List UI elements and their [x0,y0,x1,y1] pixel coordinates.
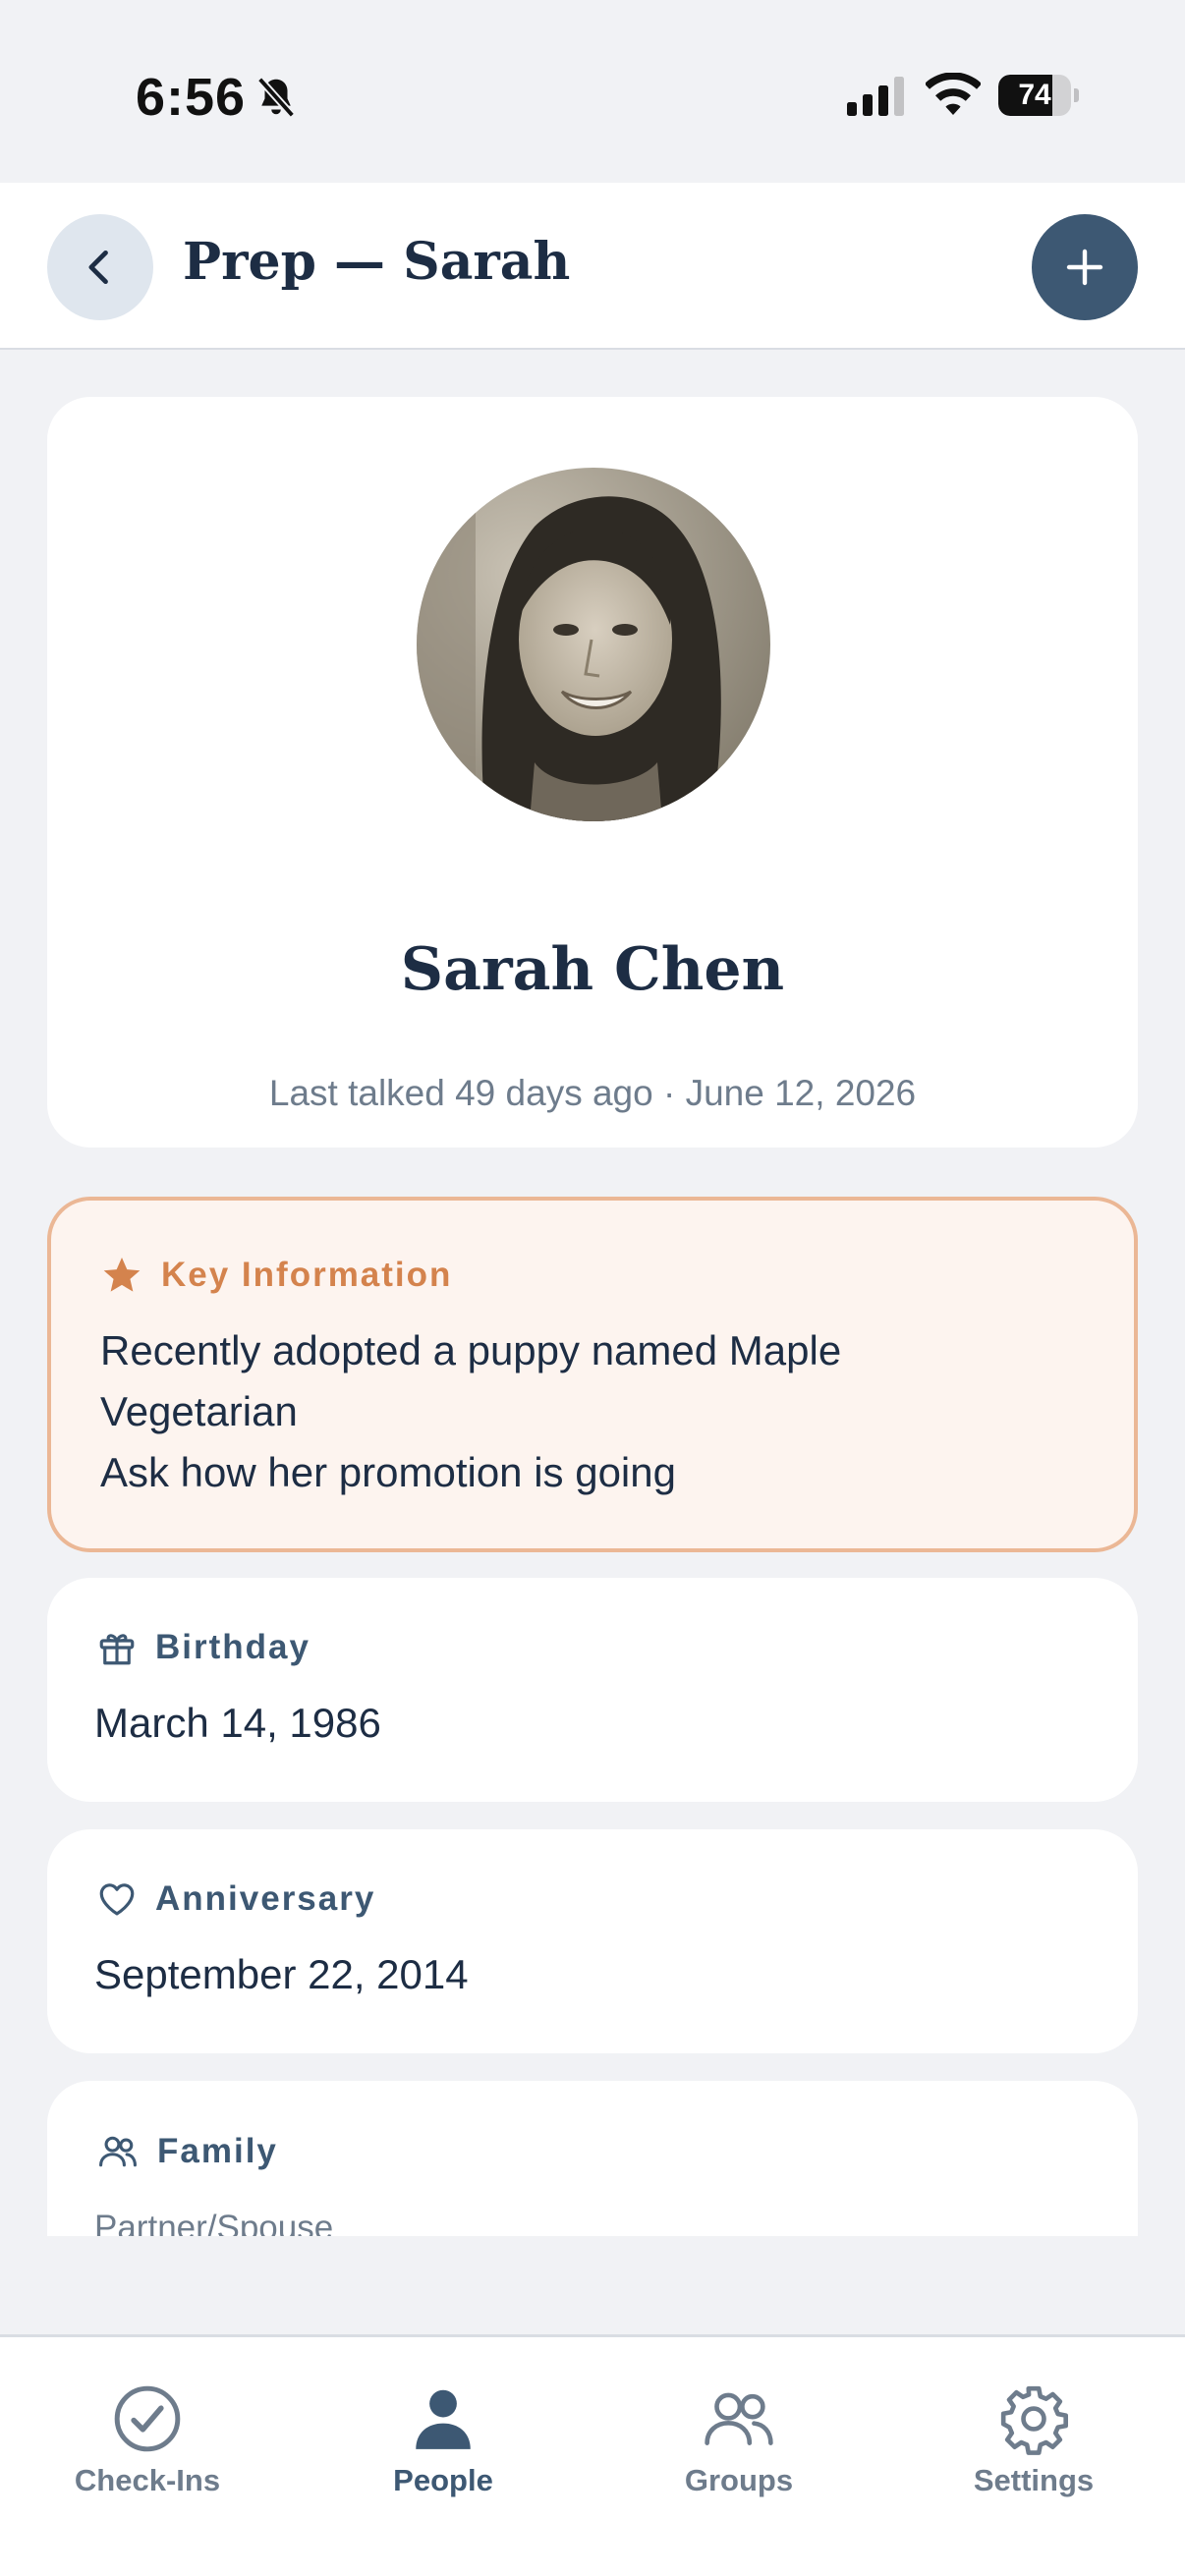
tab-label: Groups [684,2463,794,2497]
content-scroll-area[interactable]: Sarah Chen Last talked 49 days ago · Jun… [0,352,1185,2236]
tab-check-ins[interactable]: Check-Ins [20,2382,275,2530]
check-circle-icon [114,2385,181,2452]
status-time: 6:56 [136,68,247,127]
birthday-card[interactable]: Birthday March 14, 1986 [47,1578,1138,1802]
tab-bar: Check-Ins People Groups Settings [0,2334,1185,2576]
family-card[interactable]: Family Partner/Spouse [47,2081,1138,2236]
battery-percent: 74 [1018,79,1051,111]
tab-groups[interactable]: Groups [611,2382,867,2530]
app-header: Prep — Sarah [0,183,1185,350]
family-title: Family [157,2132,278,2170]
tab-people[interactable]: People [315,2382,571,2530]
wifi-icon [926,73,981,115]
heart-icon [99,1883,135,1916]
key-information-item: Vegetarian [100,1388,298,1434]
birthday-title: Birthday [155,1628,310,1666]
family-relation-label: Partner/Spouse [94,2209,334,2236]
plus-icon [1066,249,1103,286]
key-information-list: Recently adopted a puppy named Maple Veg… [100,1320,841,1503]
anniversary-value: September 22, 2014 [94,1951,469,1997]
anniversary-header: Anniversary [96,1878,375,1920]
people-icon [99,2136,137,2167]
status-bar: 6:56 74 [0,0,1185,183]
cellular-signal-icon [847,77,904,116]
last-talked-text: Last talked 49 days ago · June 12, 2026 [268,1073,917,1113]
page-title: Prep — Sarah [183,232,571,292]
battery-indicator: 74 [998,75,1079,116]
tab-label: People [393,2463,493,2497]
birthday-value: March 14, 1986 [94,1700,381,1746]
star-icon [103,1258,141,1292]
chevron-left-icon [88,250,108,285]
key-information-header: Key Information [100,1254,452,1297]
gear-icon [1000,2385,1068,2455]
key-information-item: Recently adopted a puppy named Maple [100,1327,842,1373]
gift-icon [99,1634,135,1665]
avatar [417,468,770,821]
tab-settings[interactable]: Settings [906,2382,1161,2530]
birthday-header: Birthday [96,1627,310,1668]
profile-card: Sarah Chen Last talked 49 days ago · Jun… [47,397,1138,1148]
key-information-card[interactable]: Key Information Recently adopted a puppy… [47,1197,1138,1552]
screen: 6:56 74 Prep — Sarah Sarah Chen Last tal… [0,0,1185,2576]
key-information-item: Ask how her promotion is going [100,1449,676,1495]
add-button[interactable] [1032,214,1138,320]
tab-label: Check-Ins [74,2463,221,2497]
family-header: Family [96,2130,278,2173]
key-information-title: Key Information [161,1256,453,1294]
bell-slash-icon [256,77,296,118]
tab-label: Settings [973,2463,1095,2497]
person-icon [416,2389,471,2449]
groups-icon [705,2392,773,2445]
back-button[interactable] [47,214,153,320]
anniversary-card[interactable]: Anniversary September 22, 2014 [47,1829,1138,2053]
profile-name: Sarah Chen [400,935,785,1004]
anniversary-title: Anniversary [155,1879,376,1918]
